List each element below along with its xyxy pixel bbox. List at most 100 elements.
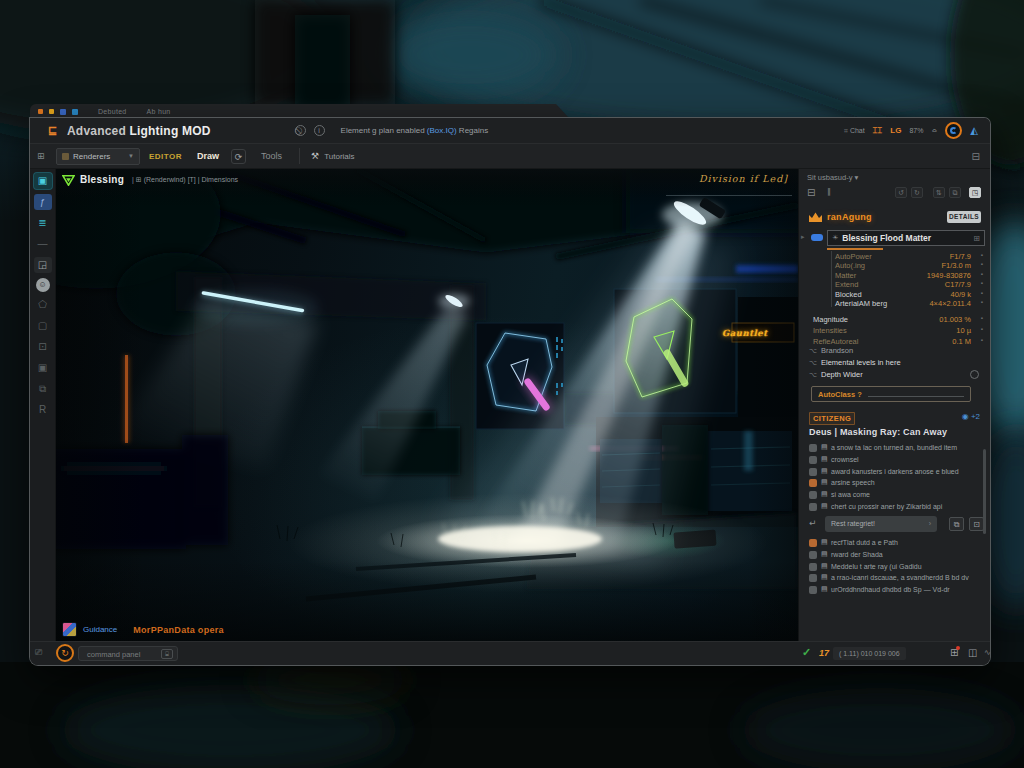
classic-extra[interactable]: ◉ +2	[962, 412, 980, 421]
return-icon: ↵	[809, 518, 817, 528]
titlebar: ⊑ Advanced Lighting MOD ⃠ i Element g pl…	[30, 118, 990, 143]
clipboard-button[interactable]: ⧉	[949, 517, 964, 531]
sidebar-tool-icon[interactable]: —	[34, 236, 52, 252]
sidebar-tool-icon[interactable]: ≣	[34, 215, 52, 231]
chat-label[interactable]: ⌗ Chat	[844, 127, 865, 135]
panel-header[interactable]: Sit usbasud-y ▾	[807, 173, 858, 182]
checklist-item[interactable]: ▤arsine speech	[809, 479, 987, 489]
property-row[interactable]: Matter1949-830876▪	[835, 271, 983, 280]
add-icon[interactable]: ◳	[969, 187, 981, 198]
slider-icon[interactable]: ∥	[827, 187, 831, 196]
properties-panel: Sit usbasud-y ▾ ⊟ ∥ ↺ ↻ ⇅ ⧉ ◳ ranAgung D…	[798, 169, 990, 641]
sidebar-tool-icon[interactable]: ⧉	[34, 381, 52, 397]
property-row[interactable]: Blocked40/9 k▪	[835, 290, 983, 299]
options-icon[interactable]: ⊞	[973, 234, 980, 243]
window-dot-4[interactable]	[72, 109, 78, 115]
sidebar-tool-icon[interactable]: ☺	[36, 278, 50, 292]
command-chip[interactable]: command panel ⌸	[78, 646, 178, 661]
scene-meta: | ⊞ (Renderwind) [T] | Dimensions	[132, 176, 238, 184]
app-window: ⊑ Advanced Lighting MOD ⃠ i Element g pl…	[30, 118, 990, 665]
mute-icon[interactable]: ⃠	[295, 125, 306, 136]
toggle-row[interactable]: ⌥Elemental levels in here	[809, 358, 983, 368]
flip-icon[interactable]: ⇅	[933, 187, 945, 198]
brand-logo-icon[interactable]	[945, 122, 962, 139]
chat-avatar[interactable]	[62, 622, 77, 637]
lg-icon[interactable]: LG	[890, 126, 901, 135]
command-input-row: ↵ Rest rategriet!› ⧉ ⊡	[809, 516, 987, 533]
property-row[interactable]: ArterialAM berg4×4×2.011.4▪	[835, 299, 983, 308]
panel-input[interactable]: Rest rategriet!›	[825, 516, 937, 532]
checklist-item[interactable]: ▤crownsel	[809, 456, 987, 466]
sidebar-tool-icon[interactable]: ▢	[34, 318, 52, 334]
sidebar-tool-icon[interactable]: ƒ	[34, 194, 52, 210]
checklist-item[interactable]: ▤urOrddhndhaud dhdbd db Sp — Vd-dr	[809, 586, 987, 596]
details-button[interactable]: DETAILS	[947, 211, 981, 223]
property-row[interactable]: Intensities10 µ▪	[813, 326, 983, 335]
sync-icon[interactable]: ≏	[931, 127, 937, 135]
checklist-item[interactable]: ▤recfTlat dutd a e Path	[809, 539, 987, 549]
command-box-icon: ⌸	[161, 649, 173, 659]
copy-icon[interactable]: ⧉	[949, 187, 961, 198]
user-avatar[interactable]: ↻	[56, 644, 74, 662]
renderers-dropdown[interactable]: Renderers ▼	[56, 148, 140, 165]
tab-draw[interactable]: Draw	[192, 147, 224, 165]
undo-icon[interactable]: ↺	[895, 187, 907, 198]
redo-icon[interactable]: ↻	[911, 187, 923, 198]
property-row[interactable]: AutoPowerF1/7.9▪	[835, 252, 983, 261]
flag-badge: 17	[819, 648, 829, 658]
selected-object-row[interactable]: ☀ Blessing Flood Matter ⊞	[827, 230, 985, 246]
window-dot-3[interactable]	[60, 109, 66, 115]
checklist-item[interactable]: ▤a rrao-icanri dscauae, a svandherdd B b…	[809, 574, 987, 584]
rotate-icon[interactable]: ⟳	[231, 149, 246, 164]
approve-icon[interactable]: ✓	[802, 646, 811, 659]
tool-sidebar: ▣ ƒ ≣ — ◲ ☺ ⬠ ▢ ⊡ ▣ ⧉ R	[30, 169, 56, 641]
menu-item-2[interactable]: Ab hun	[147, 108, 171, 115]
status-link[interactable]: (Box.IQ)	[427, 126, 457, 135]
property-row[interactable]: ExtendC17/7.9▪	[835, 280, 983, 289]
window-icon[interactable]: ◫	[968, 647, 977, 658]
sidebar-tool-icon[interactable]: ⊡	[34, 339, 52, 355]
titlebar-actions: ⌗ Chat ⌶⌶ LG 87% ≏ ◭	[844, 122, 990, 139]
user-row: ranAgung DETAILS	[807, 209, 983, 226]
grid-settings-icon[interactable]: ⊟	[972, 151, 980, 162]
3d-scene	[56, 169, 798, 641]
property-row[interactable]: Auto(.ingF1/3.0 m▪	[835, 261, 983, 270]
monitor-icon[interactable]: ⎚	[35, 647, 42, 658]
checklist-item[interactable]: ▤Meddelu t arte ray (ui Gadidu	[809, 563, 987, 573]
sidebar-tool-icon[interactable]: ◲	[34, 257, 52, 273]
user-name[interactable]: ranAgung	[827, 212, 872, 222]
chat-username[interactable]: Guidance	[83, 625, 117, 634]
add-class-box[interactable]: AutoClass ?	[811, 386, 971, 402]
classic-badge[interactable]: CITIZENG	[809, 412, 855, 425]
toggle-row[interactable]: ⌥Brandson	[809, 346, 983, 356]
collapse-icon[interactable]: ▸	[801, 233, 805, 241]
checklist-item[interactable]: ▤a snow ta lac on turned an, bundled ite…	[809, 444, 987, 454]
checklist-item[interactable]: ▤chert cu prossir aner by Zikarbid api	[809, 503, 987, 513]
triangle-icon[interactable]: ◭	[970, 125, 978, 136]
checklist-item[interactable]: ▤rward der Shada	[809, 551, 987, 561]
sidebar-tool-icon[interactable]: ▣	[34, 360, 52, 376]
info-icon[interactable]: i	[314, 125, 325, 136]
layers-icon[interactable]: ⊞	[37, 150, 49, 162]
expand-button[interactable]: ⊡	[969, 517, 984, 531]
grid-icon[interactable]: ⊟	[807, 187, 815, 198]
property-row[interactable]: RefleAutoreal0.1 M▪	[813, 337, 983, 346]
checklist-item[interactable]: ▤si awa come	[809, 491, 987, 501]
sidebar-tool-icon[interactable]: ⬠	[34, 297, 52, 313]
hri-icon[interactable]: ⌶⌶	[873, 126, 883, 136]
menu-item-1[interactable]: Debuted	[98, 108, 127, 115]
tab-tools[interactable]: Tools	[256, 147, 287, 165]
panel-scrollbar[interactable]	[983, 449, 986, 534]
scene-viewport[interactable]: Blessing | ⊞ (Renderwind) [T] | Dimensio…	[56, 169, 798, 641]
checklist-item[interactable]: ▤award kanusters i darkens anose e blued	[809, 468, 987, 478]
sidebar-tool-icon[interactable]: R	[34, 402, 52, 418]
sidebar-tool-icon[interactable]: ▣	[34, 173, 52, 189]
toggle-row[interactable]: ⌥Depth Wider	[809, 370, 983, 380]
grid-alert-icon[interactable]: ⊞	[950, 647, 958, 658]
property-row[interactable]: Magnitude01.003 %▪	[813, 315, 983, 324]
window-dot-1[interactable]	[38, 109, 43, 114]
tutorials-button[interactable]: ⚒ Tutorials	[299, 148, 354, 164]
window-dot-2[interactable]	[49, 109, 54, 114]
wave-icon[interactable]: ∿	[984, 648, 991, 657]
toggle-pill[interactable]	[811, 234, 823, 241]
